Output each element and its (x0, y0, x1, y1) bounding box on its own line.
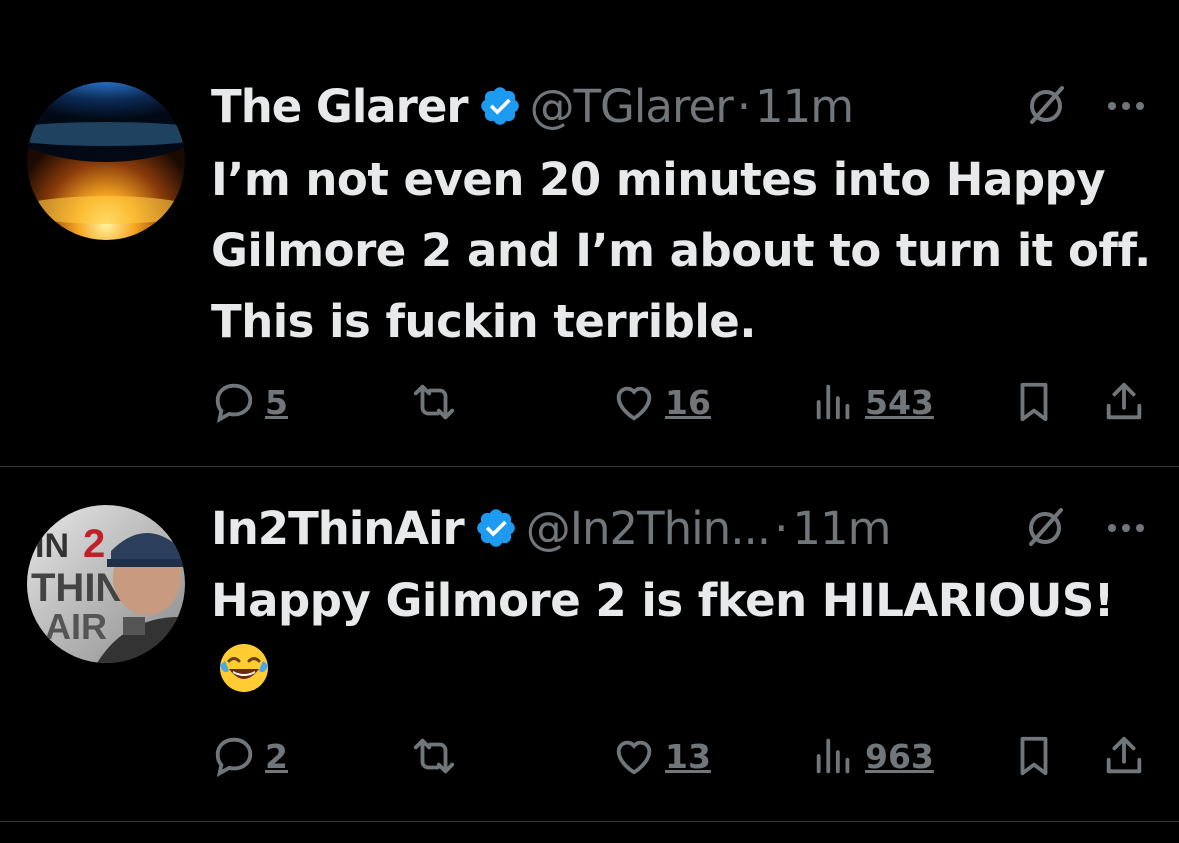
tweet-header: The Glarer @TGlarer · 11m (211, 78, 854, 134)
share-icon (1106, 736, 1142, 774)
like-count: 13 (665, 736, 711, 776)
timestamp[interactable]: 11m (792, 502, 891, 555)
tweet[interactable]: IN 2 THIN AIR In2ThinAir @In2Thin... · 1… (0, 467, 1179, 821)
tweet[interactable]: The Glarer @TGlarer · 11m I’m not even 2… (0, 0, 1179, 466)
action-bar: 2 13 963 (211, 730, 1161, 782)
tweet-text: Happy Gilmore 2 is fken HILARIOUS! (211, 574, 1114, 627)
avatar[interactable]: IN 2 THIN AIR (27, 505, 185, 663)
verified-icon (474, 506, 518, 550)
handle[interactable]: @TGlarer (530, 80, 734, 133)
retweet-icon (413, 384, 455, 420)
svg-text:2: 2 (83, 522, 105, 566)
reply-count: 2 (265, 736, 288, 776)
separator: · (736, 79, 752, 133)
verified-icon (478, 84, 522, 128)
grok-icon[interactable] (1021, 504, 1069, 552)
bookmark-icon (1020, 736, 1048, 776)
bookmark-button[interactable] (1011, 376, 1057, 428)
like-count: 16 (665, 382, 711, 422)
more-icon[interactable] (1102, 504, 1150, 552)
retweet-button[interactable] (411, 730, 457, 782)
timestamp[interactable]: 11m (755, 80, 854, 133)
bookmark-icon (1020, 382, 1048, 422)
display-name[interactable]: In2ThinAir (211, 502, 465, 555)
svg-text:THIN: THIN (31, 566, 124, 610)
bookmark-button[interactable] (1011, 730, 1057, 782)
action-bar: 5 16 543 (211, 376, 1161, 428)
retweet-icon (413, 738, 455, 774)
share-button[interactable] (1101, 376, 1147, 428)
handle[interactable]: @In2Thin... (526, 502, 771, 555)
share-icon (1106, 382, 1142, 420)
divider (0, 821, 1179, 822)
grok-icon[interactable] (1022, 82, 1070, 130)
like-icon (616, 386, 652, 421)
svg-text:IN: IN (35, 527, 69, 565)
like-icon (616, 740, 652, 775)
reply-button[interactable]: 5 (211, 376, 288, 428)
retweet-button[interactable] (411, 376, 457, 428)
face-with-tears-of-joy-icon (217, 641, 271, 695)
avatar[interactable] (27, 82, 185, 240)
views-button[interactable]: 963 (811, 730, 934, 782)
like-button[interactable]: 16 (611, 376, 711, 428)
views-button[interactable]: 543 (811, 376, 934, 428)
reply-icon (215, 383, 253, 423)
like-button[interactable]: 13 (611, 730, 711, 782)
svg-text:AIR: AIR (45, 606, 107, 647)
tweet-header: In2ThinAir @In2Thin... · 11m (211, 500, 892, 556)
views-icon (816, 384, 850, 420)
views-count: 963 (865, 736, 934, 776)
share-button[interactable] (1101, 730, 1147, 782)
views-count: 543 (865, 382, 934, 422)
reply-count: 5 (265, 382, 288, 422)
reply-button[interactable]: 2 (211, 730, 288, 782)
more-icon[interactable] (1102, 82, 1150, 130)
separator: · (774, 501, 789, 555)
views-icon (816, 738, 850, 774)
reply-icon (215, 737, 253, 777)
tweet-text: I’m not even 20 minutes into Happy Gilmo… (211, 153, 1151, 348)
tweet-text-container: Happy Gilmore 2 is fken HILARIOUS! (211, 565, 1161, 707)
display-name[interactable]: The Glarer (211, 80, 469, 133)
